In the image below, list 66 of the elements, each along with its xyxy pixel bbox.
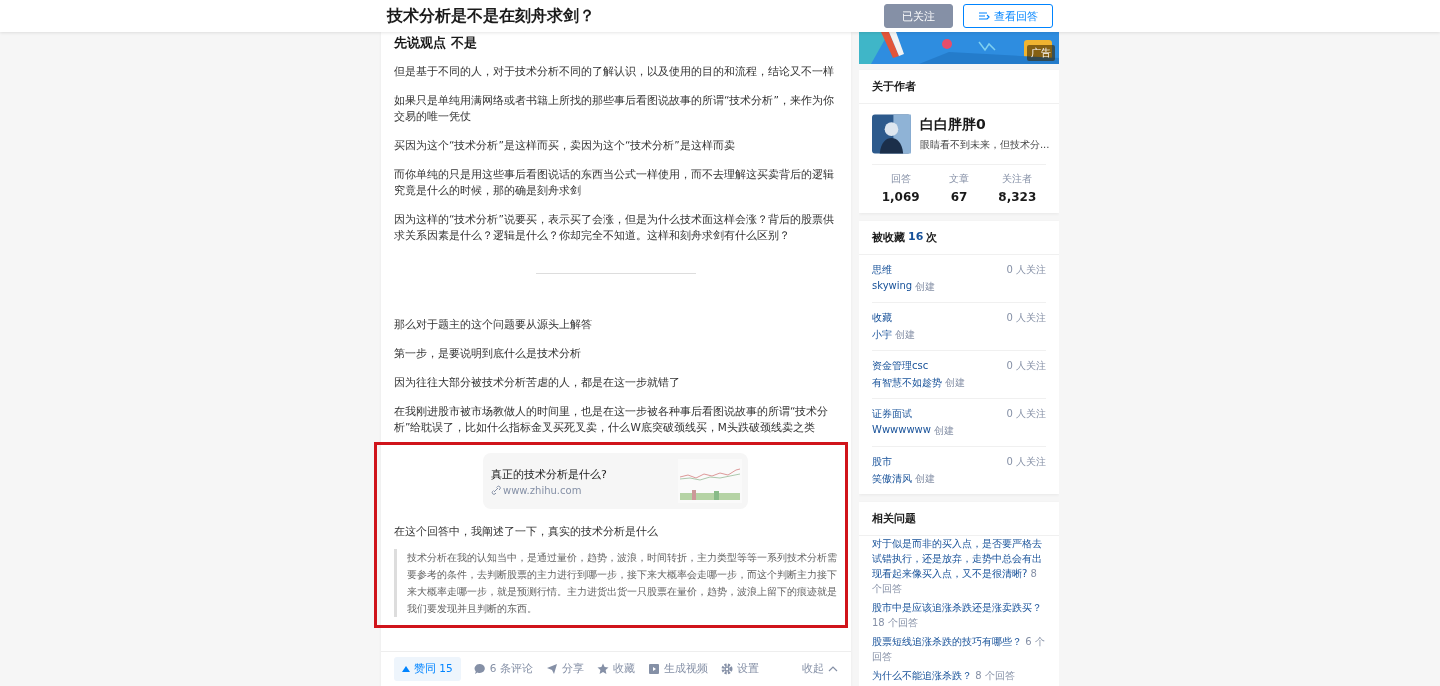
paragraph: 买因为这个“技术分析”是这样而买，卖因为这个“技术分析”是这样而卖 — [394, 138, 736, 153]
answer-heading: 先说观点 不是 — [394, 34, 478, 52]
creator-name[interactable]: 小宇 — [872, 328, 892, 342]
avatar — [872, 114, 911, 154]
list-icon — [978, 10, 990, 22]
settings-icon — [720, 663, 733, 675]
follower-count: 0 人关注 — [1006, 359, 1046, 373]
paragraph: 在我刚进股市被市场教做人的时间里，也是在这一步被各种事后看图说故事的所谓“技术分析”给耽误了，比如什么指标金叉买死叉卖，什么W底突破颈线买，M头跌破颈线卖之类 — [394, 404, 830, 435]
stat-value: 67 — [950, 190, 968, 204]
link-icon — [491, 485, 501, 495]
related-question-link[interactable]: 对于似是而非的买入点，是否要严格去试错执行，还是放弃，走势中总会有出现看起来像买入点，又不是很清晰? 8 个回答 — [872, 536, 1046, 596]
card-heading: 关于作者 — [859, 70, 1059, 104]
link-title: 真正的技术分析是什么? — [491, 466, 608, 482]
stat-value: 8,323 — [998, 190, 1037, 204]
paper-plane-icon — [545, 663, 558, 675]
related-question-link[interactable]: 股票短线追涨杀跌的技巧有哪些？ 6 个回答 — [872, 634, 1046, 664]
caret-icon — [828, 665, 838, 673]
stat-label: 回答 — [890, 172, 911, 186]
paragraph: 如果只是单纯用满网络或者书籍上所找的那些事后看图说故事的所谓“技术分析”，来作为你交易的唯一凭仗 — [394, 93, 835, 124]
settings-button[interactable]: 设置 — [720, 662, 759, 676]
collection-name[interactable]: 资金管理csc — [872, 359, 965, 373]
link-url: www.zhihu.com — [503, 484, 582, 496]
view-answers-button[interactable]: 查看回答 — [963, 4, 1053, 28]
paragraph: 第一步，是要说明到底什么是技术分析 — [394, 346, 582, 361]
created-label: 创建 — [915, 472, 935, 486]
speech-bubble-icon — [473, 663, 486, 675]
ad-badge: 广告 — [1027, 45, 1055, 61]
count-unit: 次 — [926, 230, 938, 245]
created-label: 创建 — [895, 328, 915, 342]
creator-name[interactable]: skywing — [872, 280, 913, 294]
paragraph: 而你单纯的只是用这些事后看图说话的东西当公式一样使用，而不去理解这买卖背后的逻辑究竟是什么的时候，那的确是刻舟求剑 — [394, 167, 835, 198]
collection-name[interactable]: 收藏 — [872, 311, 915, 325]
follower-count: 0 人关注 — [1006, 263, 1046, 277]
collection-name[interactable]: 思维 — [872, 263, 936, 277]
collection-count: 16 — [908, 230, 924, 245]
quote-text: 技术分析在我的认知当中，是通过量价，趋势，波浪，时间转折，主力类型等等一系列技术分析需要参考的条件，去判断股票的主力进行到哪一步，接下来大概率会走哪一步，而这个判断主力接下来大概率走哪一步，就是预测行情。主力进货出货一只股票在量价，趋势，波浪上留下的痕迹就是我们要发现并且判断的东西。 — [394, 549, 837, 617]
paragraph: 那么对于题主的这个问题要从源头上解答 — [394, 317, 593, 332]
follower-count: 0 人关注 — [1006, 455, 1046, 469]
related-question-link[interactable]: 为什么不能追涨杀跌？ 8 个回答 — [872, 668, 1046, 683]
card-heading: 相关问题 — [859, 502, 1059, 536]
paragraph: 在这个回答中，我阐述了一下，真实的技术分析是什么 — [394, 524, 659, 539]
follower-count: 0 人关注 — [1006, 311, 1046, 325]
stat-value: 1,069 — [881, 190, 920, 204]
triangle-up-icon — [402, 665, 410, 673]
stat-label: 文章 — [949, 172, 969, 186]
link-card[interactable]: 真正的技术分析是什么? www.zhihu.com — [483, 453, 748, 509]
related-question-link[interactable]: 股市中是应该追涨杀跌还是涨卖跌买？ 18 个回答 — [872, 600, 1046, 630]
creator-name[interactable]: 有智慧不如趁势 — [872, 376, 942, 390]
stat-label: 关注者 — [1002, 172, 1033, 186]
follower-count: 0 人关注 — [1006, 407, 1046, 421]
paragraph: 但是基于不同的人，对于技术分析不同的了解认识，以及使用的目的和流程，结论又不一样 — [394, 64, 835, 79]
upvote-button[interactable]: 赞同 15 — [394, 657, 461, 681]
paragraph: 因为往往大部分被技术分析苦虐的人，都是在这一步就错了 — [394, 375, 681, 390]
question-title: 技术分析是不是在刻舟求剑？ — [387, 5, 596, 27]
star-icon — [596, 663, 609, 675]
created-label: 创建 — [933, 424, 954, 438]
paragraph: 因为这样的“技术分析”说要买，表示买了会涨，但是为什么技术面这样会涨？背后的股票供求关系因素是什么？逻辑是什么？你却完全不知道。这样和刻舟求剑有什么区别？ — [394, 212, 835, 243]
author-name[interactable]: 白白胖胖0 — [919, 116, 1046, 134]
collection-name[interactable]: 证券面试 — [872, 407, 954, 421]
collection-name[interactable]: 股市 — [872, 455, 935, 469]
video-icon — [647, 663, 660, 675]
creator-name[interactable]: Wwwwwww — [872, 424, 931, 438]
created-label: 创建 — [915, 280, 936, 294]
creator-name[interactable]: 笑傲清风 — [872, 472, 912, 486]
created-label: 创建 — [945, 376, 965, 390]
card-heading: 被收藏 — [872, 230, 905, 245]
